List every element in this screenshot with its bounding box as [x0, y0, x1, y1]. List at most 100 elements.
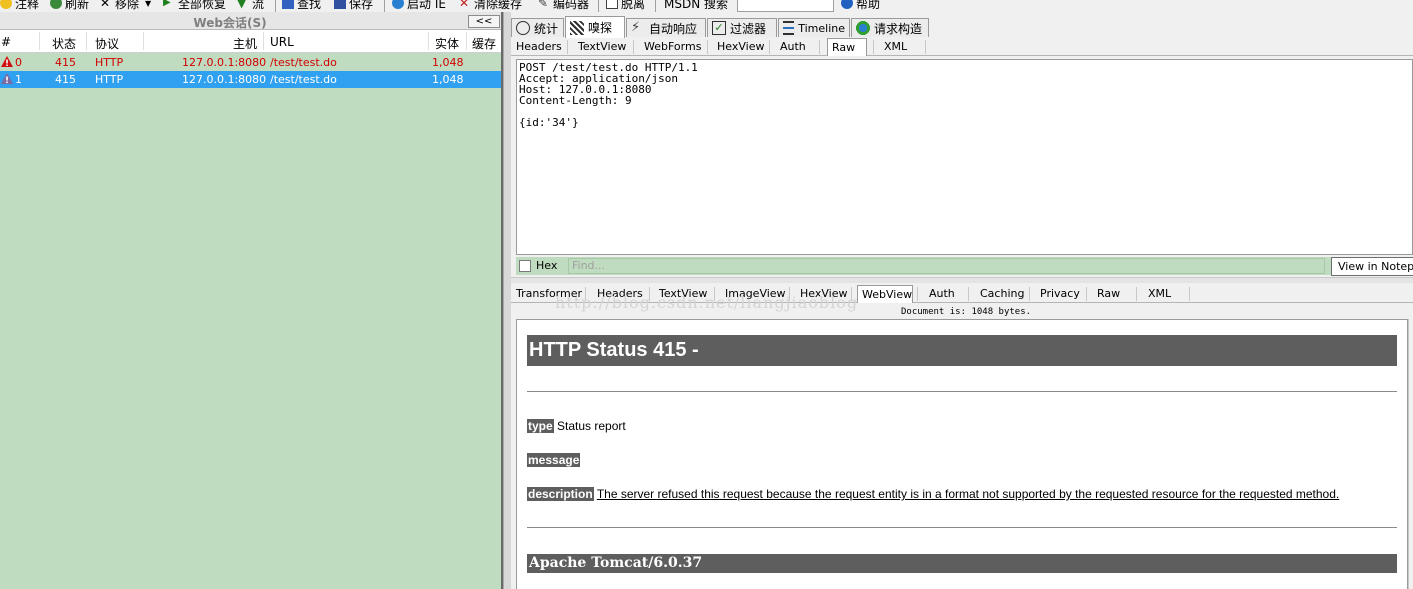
sessions-grid-header: # 状态 协议 主机 URL 实体 缓存: [0, 30, 503, 53]
request-tab-strip: Headers TextView WebForms HexView Auth R…: [511, 38, 1413, 56]
row-host: 127.0.0.1:8080: [182, 56, 267, 69]
row-body: 1,048: [432, 56, 464, 69]
msdn-search-label: MSDN 搜索: [664, 0, 729, 11]
stream-icon: ▼: [237, 0, 247, 10]
inspector-icon: [570, 20, 584, 35]
table-row[interactable]: 1 415 HTTP 127.0.0.1:8080 /test/test.do …: [0, 71, 501, 88]
column-header-url[interactable]: URL: [270, 35, 294, 49]
request-raw-text[interactable]: POST /test/test.do HTTP/1.1 Accept: appl…: [516, 59, 1413, 255]
horizontal-splitter[interactable]: [511, 277, 1413, 283]
response-tab-privacy[interactable]: Privacy: [1040, 285, 1080, 302]
row-host: 127.0.0.1:8080: [182, 73, 267, 86]
hex-find-bar: Hex Find... View in Notepad: [516, 257, 1413, 276]
stream-button[interactable]: ▼ 流: [237, 0, 264, 11]
description-label: description: [527, 487, 594, 501]
column-header-host[interactable]: 主机: [233, 35, 257, 52]
sessions-title: Web会话(S): [193, 16, 267, 30]
document-size-info: Document is: 1048 bytes.: [901, 307, 1032, 317]
help-button[interactable]: 帮助: [841, 0, 880, 11]
main-toolbar: 注释 刷新 ✕ 移除 ▼ ▶ 全部恢复 ▼ 流 查找 保存 启动 IE ✕ 清除…: [0, 0, 1413, 12]
filter-icon: ✓: [712, 21, 726, 35]
tab-timeline[interactable]: Timeline: [778, 18, 850, 37]
column-header-protocol[interactable]: 协议: [95, 35, 119, 52]
encoder-icon: ✎: [538, 0, 549, 10]
clear-cache-icon: ✕: [459, 0, 470, 10]
view-in-notepad-button[interactable]: View in Notepad: [1331, 257, 1413, 276]
msdn-search-input[interactable]: [737, 0, 834, 12]
inspector-panel: 统计 嗅探 ⚡ 自动响应 ✓ 过滤器 Timeline 请求构造 Headers…: [511, 12, 1413, 589]
row-protocol: HTTP: [95, 56, 124, 69]
main-tab-strip: 统计 嗅探 ⚡ 自动响应 ✓ 过滤器 Timeline 请求构造: [511, 16, 1413, 38]
table-row[interactable]: 0 415 HTTP 127.0.0.1:8080 /test/test.do …: [0, 54, 501, 71]
server-footer: Apache Tomcat/6.0.37: [527, 554, 1397, 573]
launch-ie-button[interactable]: 启动 IE: [392, 0, 446, 11]
clear-cache-button[interactable]: ✕ 清除缓存: [459, 0, 522, 11]
launch-ie-icon: [392, 0, 404, 9]
description-value: The server refused this request because …: [596, 487, 1340, 501]
chevron-down-icon[interactable]: ▼: [145, 0, 151, 8]
tab-autoresponder[interactable]: ⚡ 自动响应: [626, 18, 706, 37]
request-tab-webforms[interactable]: WebForms: [644, 38, 701, 55]
response-tab-webview[interactable]: WebView: [857, 285, 913, 303]
column-header-status[interactable]: 状态: [52, 35, 76, 52]
response-tab-xml[interactable]: XML: [1148, 285, 1171, 302]
column-header-caching[interactable]: 缓存: [472, 35, 496, 52]
help-icon: [841, 0, 853, 9]
tab-composer[interactable]: 请求构造: [851, 18, 929, 37]
find-input[interactable]: Find...: [568, 258, 1325, 274]
request-tab-hexview[interactable]: HexView: [717, 38, 764, 55]
description-line: description The server refused this requ…: [527, 487, 1339, 501]
save-button[interactable]: 保存: [334, 0, 373, 11]
sessions-header: Web会话(S) <<: [0, 12, 503, 30]
timer-icon: [516, 21, 530, 35]
refresh-button[interactable]: 刷新: [50, 0, 89, 11]
sessions-panel: Web会话(S) << # 状态 协议 主机 URL 实体 缓存 0 415 H…: [0, 12, 503, 589]
row-num: 0: [15, 56, 22, 69]
watermark-text: http://blog.csdn.net/liangjiaoblog: [555, 293, 859, 312]
hex-label: Hex: [536, 259, 558, 272]
request-tab-xml[interactable]: XML: [884, 38, 907, 55]
request-tab-textview[interactable]: TextView: [578, 38, 626, 55]
tab-filters[interactable]: ✓ 过滤器: [707, 18, 777, 37]
request-tab-headers[interactable]: Headers: [516, 38, 562, 55]
remove-button[interactable]: ✕ 移除 ▼: [100, 0, 151, 11]
hex-checkbox[interactable]: [519, 260, 531, 272]
divider: [527, 527, 1397, 528]
comment-button[interactable]: 注释: [0, 0, 39, 11]
row-protocol: HTTP: [95, 73, 124, 86]
detach-button[interactable]: 脱离: [606, 0, 645, 11]
divider: [527, 391, 1397, 392]
row-body: 1,048: [432, 73, 464, 86]
row-status: 415: [55, 73, 76, 86]
message-line: message: [527, 453, 581, 467]
encoder-button[interactable]: ✎ 编码器: [538, 0, 589, 11]
type-line: type Status report: [527, 419, 626, 433]
page-title: HTTP Status 415 -: [527, 335, 1397, 366]
timeline-icon: [783, 21, 795, 35]
tab-inspectors[interactable]: 嗅探: [565, 16, 625, 38]
error-icon: [1, 56, 13, 67]
resume-all-icon: ▶: [163, 0, 171, 8]
message-label: message: [527, 453, 581, 467]
row-num: 1: [15, 73, 22, 86]
response-tab-raw[interactable]: Raw: [1097, 285, 1120, 302]
request-tab-auth[interactable]: Auth: [780, 38, 806, 55]
type-value: Status report: [557, 419, 626, 433]
find-button[interactable]: 查找: [282, 0, 321, 11]
column-header-body[interactable]: 实体: [435, 35, 459, 52]
type-label: type: [527, 419, 554, 433]
vertical-splitter[interactable]: [503, 12, 511, 589]
response-tab-caching[interactable]: Caching: [980, 285, 1024, 302]
row-url: /test/test.do: [270, 73, 337, 86]
webview-scrollbar[interactable]: [1408, 319, 1413, 589]
resume-all-button[interactable]: ▶ 全部恢复: [163, 0, 226, 11]
row-status: 415: [55, 56, 76, 69]
find-icon: [282, 0, 294, 9]
tab-statistics[interactable]: 统计: [511, 18, 564, 37]
collapse-button[interactable]: <<: [468, 15, 500, 28]
warning-icon: [1, 73, 13, 84]
column-header-num[interactable]: #: [1, 35, 11, 49]
request-tab-raw[interactable]: Raw: [827, 38, 867, 56]
webview-content: HTTP Status 415 - type Status report mes…: [516, 319, 1408, 589]
response-tab-auth[interactable]: Auth: [929, 285, 955, 302]
